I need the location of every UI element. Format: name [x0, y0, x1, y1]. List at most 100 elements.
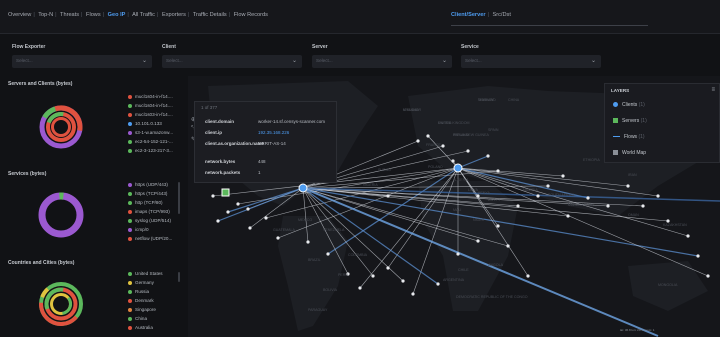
- client-marker[interactable]: [453, 163, 463, 173]
- map-point[interactable]: [641, 204, 645, 208]
- legend-item[interactable]: mucl1s04-in-f14....: [128, 103, 173, 112]
- legend-item[interactable]: icmp/0: [128, 227, 172, 236]
- map-point[interactable]: [561, 174, 565, 178]
- countries-legend-scrollbar[interactable]: [178, 272, 180, 282]
- map-point[interactable]: [358, 286, 362, 290]
- countries-donut[interactable]: [38, 274, 84, 334]
- map-point[interactable]: [536, 194, 540, 198]
- server-marker[interactable]: [221, 188, 230, 197]
- map-point[interactable]: [246, 207, 250, 211]
- tab-flow-records[interactable]: Flow Records: [234, 12, 268, 18]
- map-point[interactable]: [466, 149, 470, 153]
- layer-servers[interactable]: Servers (1): [613, 118, 647, 124]
- map-point[interactable]: [386, 266, 390, 270]
- map-point[interactable]: [211, 194, 215, 198]
- layer-world-map[interactable]: World Map: [613, 150, 646, 156]
- map-point[interactable]: [486, 154, 490, 158]
- map-point[interactable]: [566, 214, 570, 218]
- tab-top-n[interactable]: Top-N: [38, 12, 53, 18]
- legend-item[interactable]: Denmark: [128, 298, 163, 307]
- map-point[interactable]: [456, 252, 460, 256]
- map-point[interactable]: [696, 254, 700, 258]
- map-point[interactable]: [606, 204, 610, 208]
- menu-icon[interactable]: ≡: [711, 87, 715, 93]
- legend-item[interactable]: ec2-3-123-217-3...: [128, 148, 173, 157]
- tab-overview[interactable]: Overview: [8, 12, 31, 18]
- tooltip-link[interactable]: 192.35.168.226: [258, 130, 289, 135]
- map-point[interactable]: [586, 196, 590, 200]
- layer-flows[interactable]: Flows (1): [613, 134, 645, 140]
- legend-item[interactable]: 10.101.0.133: [128, 121, 173, 130]
- country-label: VENEZUELA: [323, 228, 345, 232]
- map-point[interactable]: [248, 226, 252, 230]
- legend-item[interactable]: syslog (UDP/514): [128, 218, 172, 227]
- country-label: PAPUA NEW GUINEA: [453, 133, 489, 137]
- legend-item[interactable]: China: [128, 316, 163, 325]
- legend-item[interactable]: mucl1s03-in-f14....: [128, 112, 173, 121]
- service-select[interactable]: Select... ⌄: [461, 55, 601, 68]
- map-point[interactable]: [546, 184, 550, 188]
- tab-traffic-details[interactable]: Traffic Details: [193, 12, 227, 18]
- map-point[interactable]: [401, 279, 405, 283]
- tab-client-server[interactable]: Client/Server: [451, 12, 486, 18]
- map-point[interactable]: [386, 194, 390, 198]
- legend-item[interactable]: United States: [128, 271, 163, 280]
- map-point[interactable]: [496, 224, 500, 228]
- map-point[interactable]: [216, 219, 220, 223]
- map-point[interactable]: [226, 210, 230, 214]
- tab-threats[interactable]: Threats: [60, 12, 79, 18]
- map-point[interactable]: [506, 244, 510, 248]
- map-point[interactable]: [306, 240, 310, 244]
- tooltip-value: 448: [258, 159, 266, 164]
- services-legend-scrollbar[interactable]: [178, 182, 180, 214]
- map-point[interactable]: [496, 169, 500, 173]
- tab-exporters[interactable]: Exporters: [162, 12, 186, 18]
- legend-item[interactable]: netflow (UDP/20...: [128, 236, 172, 245]
- map-point[interactable]: [371, 274, 375, 278]
- layer-clients[interactable]: Clients (1): [613, 102, 645, 108]
- client-marker[interactable]: [298, 183, 308, 193]
- map-point[interactable]: [264, 216, 268, 220]
- map-point[interactable]: [451, 159, 455, 163]
- client-select[interactable]: Select... ⌄: [162, 55, 302, 68]
- map-point[interactable]: [426, 134, 430, 138]
- map-point[interactable]: [626, 184, 630, 188]
- legend-item[interactable]: Singapore: [128, 307, 163, 316]
- legend-item[interactable]: mucl1s04-in-f14....: [128, 94, 173, 103]
- server-select[interactable]: Select... ⌄: [312, 55, 452, 68]
- legend-item[interactable]: imaps (TCP/993): [128, 209, 172, 218]
- legend-item[interactable]: Russia: [128, 289, 163, 298]
- map-point[interactable]: [656, 194, 660, 198]
- tab-src-dst[interactable]: Src/Dst: [493, 12, 511, 18]
- tab-flows[interactable]: Flows: [86, 12, 101, 18]
- legend-item[interactable]: s3-1-w.amazonw...: [128, 130, 173, 139]
- map-point[interactable]: [326, 252, 330, 256]
- map-point[interactable]: [706, 274, 710, 278]
- donut-ring: [38, 192, 84, 238]
- map-point[interactable]: [436, 282, 440, 286]
- legend-item[interactable]: Australia: [128, 325, 163, 334]
- services-donut[interactable]: [38, 186, 84, 244]
- map-point[interactable]: [516, 204, 520, 208]
- map-point[interactable]: [526, 274, 530, 278]
- map-point[interactable]: [686, 234, 690, 238]
- tab-all-traffic[interactable]: All Traffic: [132, 12, 155, 18]
- map-point[interactable]: [416, 139, 420, 143]
- tab-geo-ip[interactable]: Geo IP: [108, 12, 126, 18]
- map-point[interactable]: [441, 144, 445, 148]
- legend-item[interactable]: https (TCP/443): [128, 191, 172, 200]
- map-point[interactable]: [476, 239, 480, 243]
- legend-item[interactable]: http (TCP/80): [128, 200, 172, 209]
- country-label: BRAZIL: [308, 258, 321, 262]
- country-label: ARGENTINA: [443, 278, 465, 282]
- servers-clients-donut[interactable]: [38, 98, 84, 156]
- country-label: MONGOLIA: [658, 283, 678, 287]
- legend-item[interactable]: https (UDP/443): [128, 182, 172, 191]
- map-point[interactable]: [411, 292, 415, 296]
- map-point[interactable]: [236, 202, 240, 206]
- flow-exporter-select[interactable]: Select... ⌄: [12, 55, 152, 68]
- legend-item[interactable]: ec2-54-152-121-...: [128, 139, 173, 148]
- map-point[interactable]: [276, 236, 280, 240]
- legend-item[interactable]: Germany: [128, 280, 163, 289]
- servers-clients-legend: mucl1s04-in-f14.... mucl1s04-in-f14.... …: [128, 94, 173, 157]
